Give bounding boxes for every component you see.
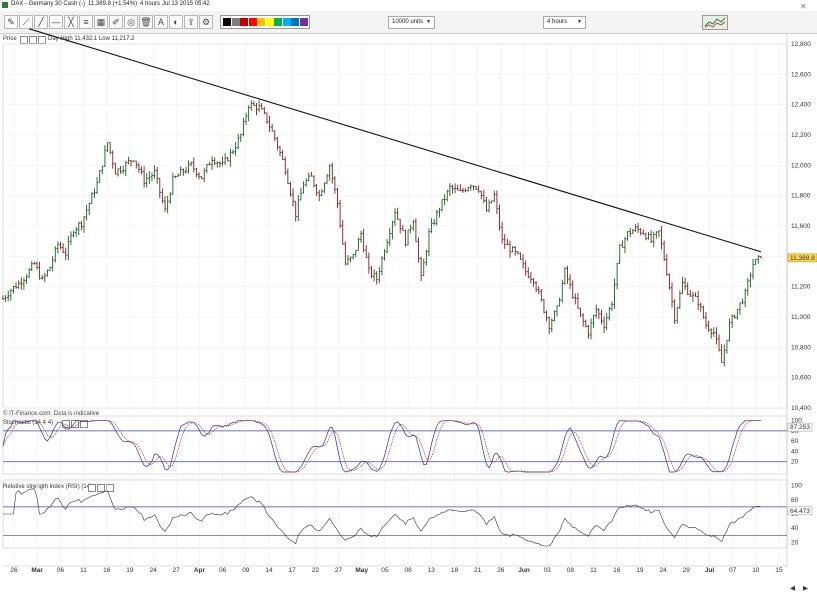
y-tick-label: 12,600 [791,71,811,78]
y-tick-label: 10,600 [791,375,811,382]
x-tick-label: 06 [57,567,65,574]
rsi-tick-label: 80 [791,497,799,504]
stoch-tick-label: 20 [791,459,799,466]
x-tick-label: 08 [404,567,412,574]
x-tick-label: 19 [126,567,134,574]
x-tick-label: 17 [289,567,297,574]
x-tick-label: 13 [428,567,436,574]
x-tick-label: 21 [474,567,482,574]
x-tick-label: 18 [451,567,459,574]
x-tick-label: Apr [194,567,206,574]
y-tick-label: 12,800 [791,41,811,48]
x-tick-label: 09 [242,567,250,574]
chart-window: DAX - Germany 30 Cash (-) 11,389.8 (+1.5… [0,0,817,594]
stoch-k-line [2,420,761,473]
x-tick-label: 05 [381,567,389,574]
y-tick-label: 11,600 [791,223,811,230]
x-tick-label: 27 [173,567,181,574]
x-tick-label: 27 [335,567,343,574]
rsi-line [3,488,761,547]
x-tick-label: 29 [683,567,691,574]
x-tick-label: 10 [752,567,760,574]
rsi-tick-label: 40 [791,525,799,532]
y-tick-label: 12,200 [791,132,811,139]
x-tick-label: 08 [567,567,575,574]
x-tick-label: 19 [636,567,644,574]
x-tick-label: 26 [497,567,505,574]
y-tick-label: 11,800 [791,193,811,200]
x-tick-label: 16 [103,567,111,574]
x-tick-label: Jun [518,567,530,574]
stoch-d-line [2,420,761,473]
scroll-right-icon: ▶ [803,585,809,592]
y-tick-label: 10,800 [791,344,811,351]
x-tick-label: May [355,567,368,574]
x-tick-label: 11 [80,567,87,574]
scroll-left-icon: ◀ [790,585,796,592]
x-tick-label: 24 [149,567,157,574]
stoch-tick-label: 40 [791,448,799,455]
stoch-tick-label: 60 [791,438,799,445]
y-tick-label: 10,400 [791,405,811,412]
rsi-pane-frame [2,479,788,549]
x-tick-label: 16 [613,567,621,574]
y-tick-label: 11,200 [791,284,811,291]
rsi-tick-label: 100 [791,483,802,490]
x-tick-label: 15 [775,567,783,574]
x-tick-label: 06 [219,567,227,574]
x-tick-label: 07 [729,567,737,574]
rsi-value-text: 64.473 [790,508,810,515]
y-tick-label: 12,000 [791,162,811,169]
x-tick-label: 14 [265,567,273,574]
chart-canvas[interactable]: 26 Mar 06 11 16 19 24 27 Apr 06 09 14 17 22 27 May 05 08 1… [0,0,817,594]
x-tick-label: Jul [705,567,715,574]
x-tick-label: 11 [590,567,597,574]
stoch-value-text: 87.253 [790,424,810,431]
price-tag-text: 11,389.8 [790,255,815,262]
y-tick-label: 11,000 [791,314,811,321]
x-tick-label: 03 [544,567,552,574]
x-tick-label: 22 [312,567,320,574]
x-tick-label: 24 [659,567,667,574]
x-tick-label: Mar [31,567,43,574]
stochastic-pane-frame [2,415,788,475]
x-tick-label: 26 [10,567,18,574]
rsi-tick-label: 20 [791,539,799,546]
y-tick-label: 12,400 [791,102,811,109]
